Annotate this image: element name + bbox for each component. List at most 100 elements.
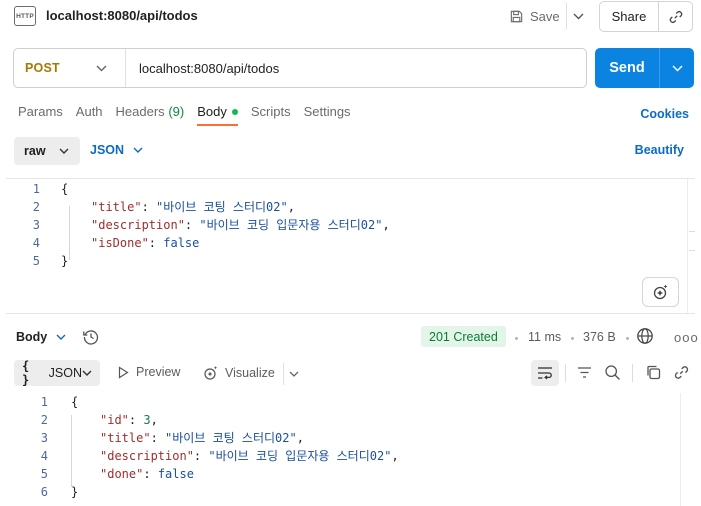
response-body-select[interactable]: Body	[16, 330, 66, 344]
chevron-down-icon	[671, 64, 683, 72]
visualize-options-button[interactable]	[283, 363, 303, 385]
tab-auth[interactable]: Auth	[76, 104, 103, 125]
cookies-link[interactable]: Cookies	[640, 107, 689, 121]
copy-link-button[interactable]	[659, 2, 692, 31]
tab-params[interactable]: Params	[18, 104, 63, 125]
json-string: "바이브 코딩 입문자용 스터디02"	[199, 218, 383, 232]
search-icon[interactable]	[604, 364, 621, 381]
http-request-icon: HTTP	[14, 6, 36, 26]
code-line: 4 "description": "바이브 코딩 입문자용 스터디02",	[14, 447, 399, 465]
send-button[interactable]: Send	[595, 48, 660, 88]
line-number: 3	[32, 218, 40, 232]
tab-settings[interactable]: Settings	[304, 104, 351, 125]
body-indicator-dot	[231, 108, 238, 115]
status-badge[interactable]: 201 Created	[421, 326, 506, 347]
history-icon[interactable]	[82, 328, 100, 346]
link-icon[interactable]	[673, 364, 690, 381]
beautify-link[interactable]: Beautify	[635, 143, 684, 157]
tab-headers[interactable]: Headers (9)	[116, 104, 185, 125]
json-key: "title"	[91, 200, 142, 214]
json-string: "바이브 코팅 스터디02"	[165, 431, 297, 445]
response-time[interactable]: 11 ms	[528, 330, 561, 344]
json-key: "description"	[91, 218, 185, 232]
more-options-icon[interactable]: ooo	[674, 330, 699, 345]
visualize-icon	[203, 365, 219, 381]
response-body-viewer[interactable]: 1 { 2 "id": 3, 3 "title": "바이브 코팅 스터디02"…	[14, 393, 701, 506]
line-number: 1	[32, 182, 40, 196]
json-number: 3	[143, 413, 151, 427]
code-text: "isDone": false	[91, 236, 200, 250]
copy-icon[interactable]	[645, 364, 662, 381]
share-button[interactable]: Share	[600, 2, 659, 31]
chevron-down-icon	[133, 147, 143, 153]
code-text: }	[61, 254, 69, 268]
preview-button[interactable]: Preview	[118, 365, 180, 379]
code-text: {	[61, 182, 69, 196]
toolbar-divider	[632, 364, 633, 382]
response-scrollbar[interactable]	[680, 393, 701, 506]
body-language-select[interactable]: JSON	[90, 143, 143, 157]
json-key: "title"	[100, 431, 151, 445]
ai-assist-button[interactable]	[642, 277, 679, 307]
braces-icon: { }	[22, 359, 30, 387]
body-mode-select[interactable]: raw	[14, 137, 80, 165]
tab-body-label: Body	[197, 104, 227, 119]
line-number: 3	[40, 431, 48, 445]
method-label: POST	[25, 61, 60, 75]
body-language-label: JSON	[90, 143, 125, 157]
chevron-down-icon	[56, 334, 66, 340]
play-icon	[118, 365, 129, 379]
tab-body[interactable]: Body	[197, 104, 238, 126]
filter-icon[interactable]	[576, 364, 593, 381]
wrap-icon	[537, 366, 553, 380]
code-text: "done": false	[100, 467, 194, 481]
save-button[interactable]: Save	[505, 3, 566, 29]
code-line: 1 {	[6, 180, 390, 198]
share-group: Share	[599, 1, 693, 32]
save-options-button[interactable]	[566, 3, 590, 29]
json-key: "isDone"	[91, 236, 149, 250]
separator-dot	[571, 337, 574, 340]
code-text: {	[71, 395, 79, 409]
code-text: "id": 3,	[100, 413, 158, 427]
code-line: 2 "id": 3,	[14, 411, 399, 429]
editor-scrollbar[interactable]	[687, 179, 695, 313]
request-title[interactable]: localhost:8080/api/todos	[46, 8, 198, 23]
tab-scripts[interactable]: Scripts	[251, 104, 291, 125]
tab-headers-label: Headers	[115, 104, 165, 119]
json-key: "id"	[100, 413, 129, 427]
send-options-button[interactable]	[660, 48, 694, 88]
response-format-select[interactable]: { } JSON	[14, 359, 100, 387]
chevron-down-icon	[289, 371, 299, 377]
response-size[interactable]: 376 B	[583, 330, 616, 344]
json-key: "done"	[100, 467, 144, 481]
wrap-lines-button[interactable]	[531, 360, 559, 386]
request-body-editor[interactable]: 1 { 2 "title": "바이브 코팅 스터디02", 3 "descri…	[6, 178, 695, 314]
json-boolean: false	[163, 236, 200, 250]
line-number: 5	[32, 254, 40, 268]
url-input[interactable]: localhost:8080/api/todos	[126, 61, 279, 76]
json-string: "바이브 코딩 입문자용 스터디02"	[208, 449, 392, 463]
globe-icon[interactable]	[636, 327, 654, 345]
separator-dot	[626, 337, 629, 340]
code-text: }	[71, 485, 79, 499]
method-select[interactable]: POST	[14, 49, 126, 87]
response-format: { } JSON	[22, 359, 82, 387]
code-text: "title": "바이브 코팅 스터디02",	[100, 431, 304, 445]
code-text: "description": "바이브 코딩 입문자용 스터디02",	[100, 449, 399, 463]
response-code: 1 { 2 "id": 3, 3 "title": "바이브 코팅 스터디02"…	[14, 393, 399, 501]
request-code: 1 { 2 "title": "바이브 코팅 스터디02", 3 "descri…	[6, 180, 390, 270]
code-text: "title": "바이브 코팅 스터디02",	[91, 200, 295, 214]
line-number: 5	[40, 467, 48, 481]
code-line: 5 "done": false	[14, 465, 399, 483]
code-text: "description": "바이브 코딩 입문자용 스터디02",	[91, 218, 390, 232]
json-string: "바이브 코팅 스터디02"	[156, 200, 288, 214]
code-line: 3 "title": "바이브 코팅 스터디02",	[14, 429, 399, 447]
link-icon	[668, 9, 684, 25]
response-title: Body	[16, 330, 48, 344]
separator-dot	[515, 337, 518, 340]
url-bar: POST localhost:8080/api/todos	[13, 48, 587, 88]
visualize-button[interactable]: Visualize	[203, 365, 275, 381]
sparkle-icon	[652, 283, 670, 301]
code-line: 4 "isDone": false	[6, 234, 390, 252]
